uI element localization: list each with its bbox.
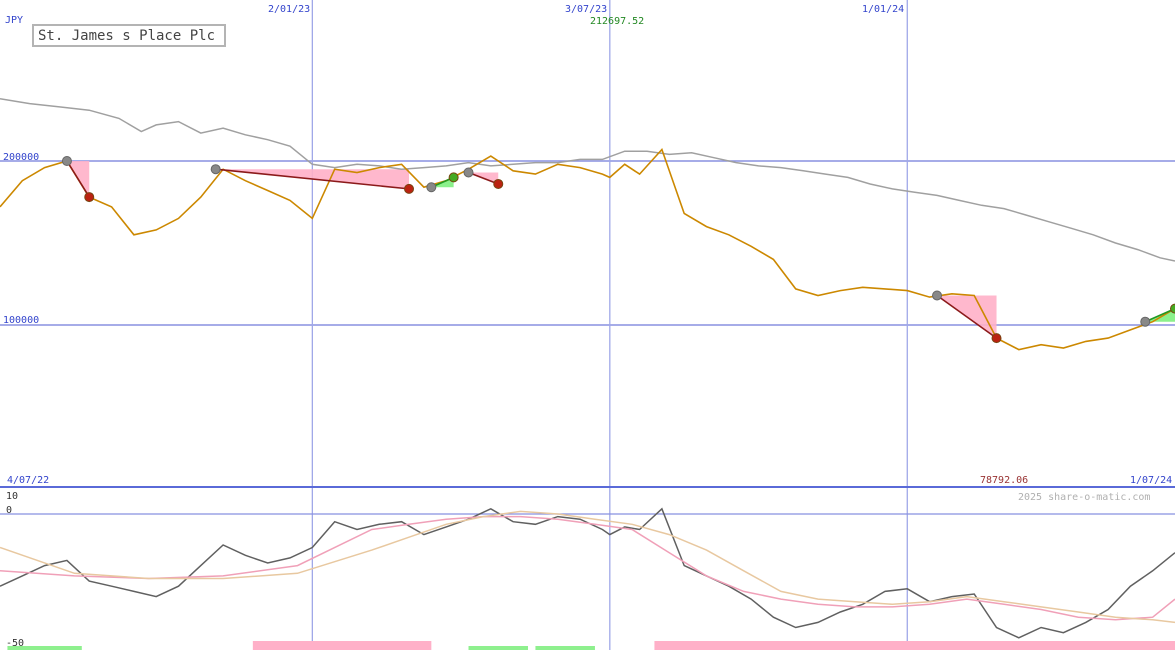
- watermark: 2025 share-o-matic.com: [1018, 492, 1150, 503]
- indicator-tick-label-minus-50: -50: [6, 638, 24, 649]
- volume-pink-bar-0: [252, 641, 432, 650]
- x-grid-label-3-07-23: 3/07/23: [565, 4, 607, 15]
- signal-exit-marker-2: [448, 172, 459, 183]
- x-grid-label-1-01-24: 1/01/24: [862, 4, 904, 15]
- max-price-label: 212697.52: [590, 16, 644, 27]
- indicator-series-line-1: [0, 515, 1175, 621]
- signal-entry-marker-0: [61, 156, 72, 166]
- volume-pink-bar-1: [654, 641, 1175, 650]
- gridlines: [0, 0, 1175, 650]
- signal-exit-marker-1: [404, 183, 415, 194]
- indicator-panel: [0, 507, 1175, 650]
- volume-green-bar-1: [468, 646, 529, 650]
- indicator-series-line-2: [0, 510, 1175, 624]
- price-series-line: [0, 147, 1175, 351]
- signal-entry-marker-3: [463, 167, 474, 178]
- price-tick-label-200000: 200000: [3, 152, 39, 163]
- price-tick-label-100000: 100000: [3, 315, 39, 326]
- signal-entry-marker-1: [210, 164, 221, 175]
- signal-exit-marker-4: [991, 333, 1002, 344]
- signal-lines: [61, 156, 1175, 344]
- min-price-label: 78792.06: [980, 475, 1028, 486]
- end-date-label: 1/07/24: [1130, 475, 1172, 486]
- currency-label: JPY: [5, 15, 23, 26]
- x-grid-label-2-01-23: 2/01/23: [268, 4, 310, 15]
- indicator-tick-label-10: 10: [6, 491, 18, 502]
- chart-title: St. James s Place Plc: [32, 24, 226, 47]
- signal-entry-marker-2: [426, 182, 437, 193]
- signal-entry-marker-5: [1140, 316, 1151, 327]
- start-date-label: 4/07/22: [7, 475, 49, 486]
- comparison-series-line: [0, 97, 1175, 262]
- price-chart: JPY 200000 100000 2/01/23 3/07/23 1/01/2…: [0, 0, 1175, 650]
- signal-areas: [66, 161, 1175, 339]
- volume-green-bar-2: [535, 646, 595, 650]
- signal-exit-marker-0: [84, 192, 95, 203]
- signal-exit-marker-5: [1170, 303, 1175, 314]
- signal-exit-marker-3: [493, 178, 504, 189]
- indicator-tick-label-0: 0: [6, 505, 12, 516]
- signal-entry-marker-4: [932, 290, 943, 301]
- indicator-series-line-0: [0, 507, 1175, 639]
